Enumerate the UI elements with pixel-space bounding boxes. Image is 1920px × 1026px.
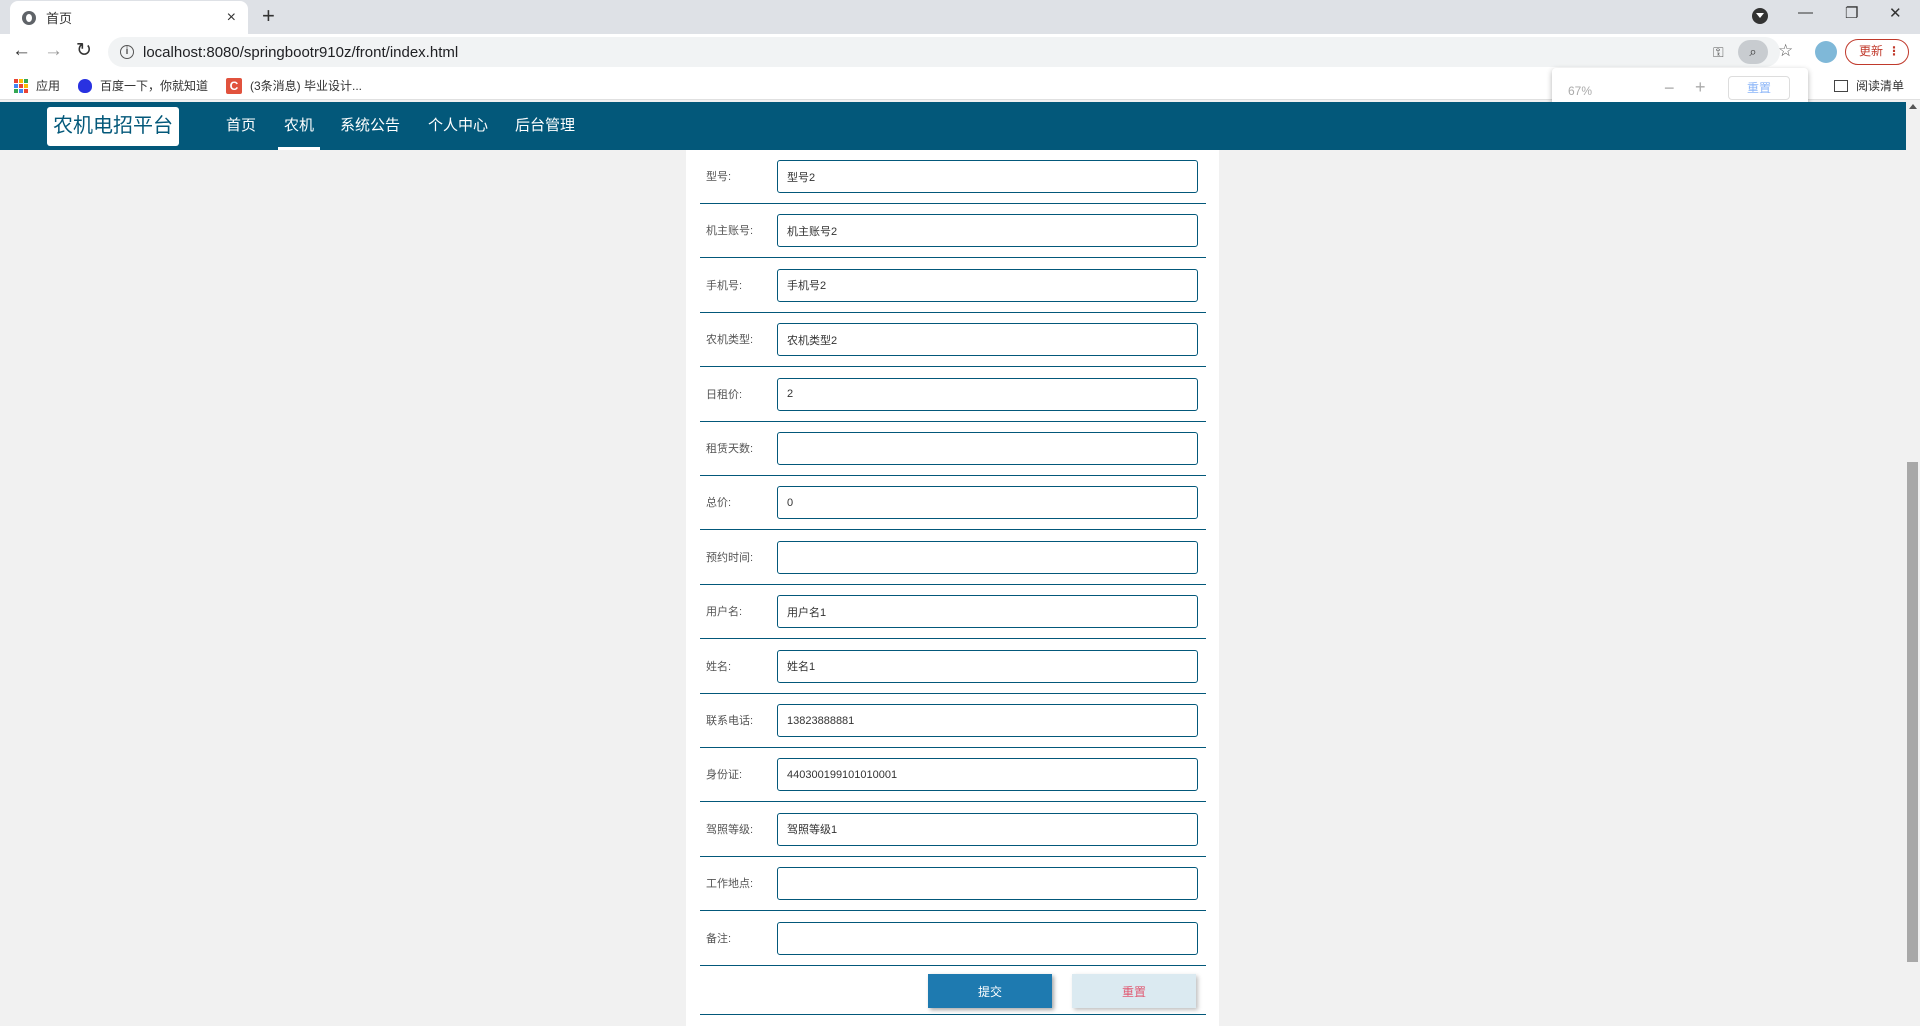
id-card-label: 身份证: [706,769,743,782]
close-window-button[interactable]: ✕ [1889,4,1902,22]
site-logo[interactable]: 农机电招平台 [47,107,179,146]
profile-avatar[interactable] [1815,41,1837,63]
form-row-total-price: 总价: [700,476,1206,531]
bookmark-star-icon[interactable]: ☆ [1778,41,1793,61]
minimize-button[interactable]: — [1798,4,1813,21]
machine-type-input[interactable] [777,323,1198,357]
model-label: 型号: [706,171,732,183]
zoom-out-button[interactable]: − [1664,78,1675,99]
tab-search-icon[interactable] [1752,8,1768,24]
owner-account-label: 机主账号: [706,225,754,238]
update-button[interactable]: 更新 ⋮ [1845,39,1909,65]
csdn-icon: C [226,77,242,94]
remarks-label: 备注: [706,932,732,945]
form-row-machine-type: 农机类型: [700,313,1206,368]
model-input[interactable] [777,160,1198,193]
browser-tab-strip: 首页 × + — ❐ ✕ [0,0,1920,34]
form-row-license-level: 驾照等级: [700,803,1206,857]
bookmark-csdn[interactable]: C (3条消息) 毕业设计... [226,77,362,94]
bookmark-baidu[interactable]: 百度一下，你就知道 [78,77,208,94]
daily-rent-label: 日租价: [706,388,743,401]
nav-admin[interactable]: 后台管理 [515,102,575,150]
form-row-username: 用户名: [700,585,1206,640]
form-row-model: 型号: [700,150,1206,204]
form-row-owner-account: 机主账号: [700,204,1206,259]
license-level-label: 驾照等级: [706,823,754,836]
reset-button[interactable]: 重置 [1072,974,1196,1008]
browser-tab[interactable]: 首页 × [10,1,248,34]
nav-machinery[interactable]: 农机 [278,102,321,150]
submit-button[interactable]: 提交 [928,974,1052,1008]
form-row-id-card: 身份证: [700,748,1206,803]
rent-days-input[interactable] [777,432,1198,465]
phone-label: 手机号: [706,279,743,292]
reading-list-icon [1834,79,1848,92]
form-row-daily-rent: 日租价: [700,368,1206,422]
menu-dots-icon: ⋮ [1888,44,1900,58]
name-input[interactable] [777,649,1198,683]
tab-close-icon[interactable]: × [227,9,236,26]
username-label: 用户名: [706,606,743,619]
apps-grid-icon [14,78,28,93]
id-card-input[interactable] [777,758,1198,792]
forward-button[interactable]: → [44,41,63,61]
form-row-remarks: 备注: [700,912,1206,966]
form-row-rent-days: 租赁天数: [700,422,1206,476]
nav-announcements[interactable]: 系统公告 [340,102,400,150]
nav-home[interactable]: 首页 [226,102,256,150]
daily-rent-input[interactable] [777,377,1198,411]
machine-type-label: 农机类型: [706,334,754,347]
site-header: 农机电招平台 首页 农机 系统公告 个人中心 后台管理 [0,102,1906,150]
new-tab-button[interactable]: + [262,5,275,27]
contact-phone-input[interactable] [777,704,1198,737]
scroll-up-arrow-icon[interactable] [1909,104,1917,109]
restore-button[interactable]: ❐ [1845,4,1858,22]
info-icon[interactable]: i [120,45,134,59]
zoom-in-button[interactable]: + [1695,77,1706,98]
form-panel: 备注: 工作地点: 驾照等级: 身份证: 联系电话: 姓名: 用户名: 预约时间: 总价: 租赁天… [686,150,1219,1026]
booking-time-input[interactable] [777,540,1198,574]
tab-title: 首页 [46,11,73,26]
reload-button[interactable]: ↻ [76,41,92,61]
work-location-input[interactable] [777,867,1198,901]
update-label: 更新 [1859,44,1884,58]
address-bar[interactable]: i localhost:8080/springbootr910z/front/i… [108,37,1793,67]
bookmark-apps[interactable]: 应用 [14,77,60,94]
zoom-icon[interactable]: ⌕ [1738,40,1768,64]
nav-personal-center[interactable]: 个人中心 [428,102,488,150]
contact-phone-label: 联系电话: [706,715,754,727]
work-location-label: 工作地点: [706,878,754,891]
key-icon[interactable]: ⚿ [1713,44,1724,61]
rent-days-label: 租赁天数: [706,443,754,455]
form-row-phone: 手机号: [700,259,1206,313]
total-price-label: 总价: [706,497,732,510]
browser-toolbar: ← → ↻ i localhost:8080/springbootr910z/f… [0,34,1920,70]
form-row-work-location: 工作地点: [700,857,1206,912]
bookmark-label: (3条消息) 毕业设计... [250,79,363,93]
scrollbar-thumb[interactable] [1907,462,1918,962]
form-row-booking-time: 预约时间: [700,531,1206,585]
form-actions: 提交 重置 [700,960,1206,1015]
form-row-contact-phone: 联系电话: [700,694,1206,748]
zoom-reset-button[interactable]: 重置 [1728,76,1790,100]
bookmark-label: 百度一下，你就知道 [100,79,209,93]
baidu-paw-icon [78,78,92,93]
reading-list[interactable]: 阅读清单 [1834,77,1904,94]
owner-account-input[interactable] [777,214,1198,248]
bookmark-label: 应用 [36,79,61,93]
name-label: 姓名: [706,660,732,673]
reading-list-label: 阅读清单 [1856,79,1905,93]
license-level-input[interactable] [777,812,1198,846]
url-text[interactable]: localhost:8080/springbootr910z/front/ind… [143,44,458,61]
back-button[interactable]: ← [12,41,31,61]
remarks-input[interactable] [777,921,1198,955]
globe-icon [22,10,36,25]
form-row-name: 姓名: [700,640,1206,694]
total-price-input[interactable] [777,486,1198,520]
username-input[interactable] [777,595,1198,629]
zoom-percent: 67% [1568,84,1593,98]
phone-input[interactable] [777,268,1198,302]
booking-time-label: 预约时间: [706,551,754,564]
